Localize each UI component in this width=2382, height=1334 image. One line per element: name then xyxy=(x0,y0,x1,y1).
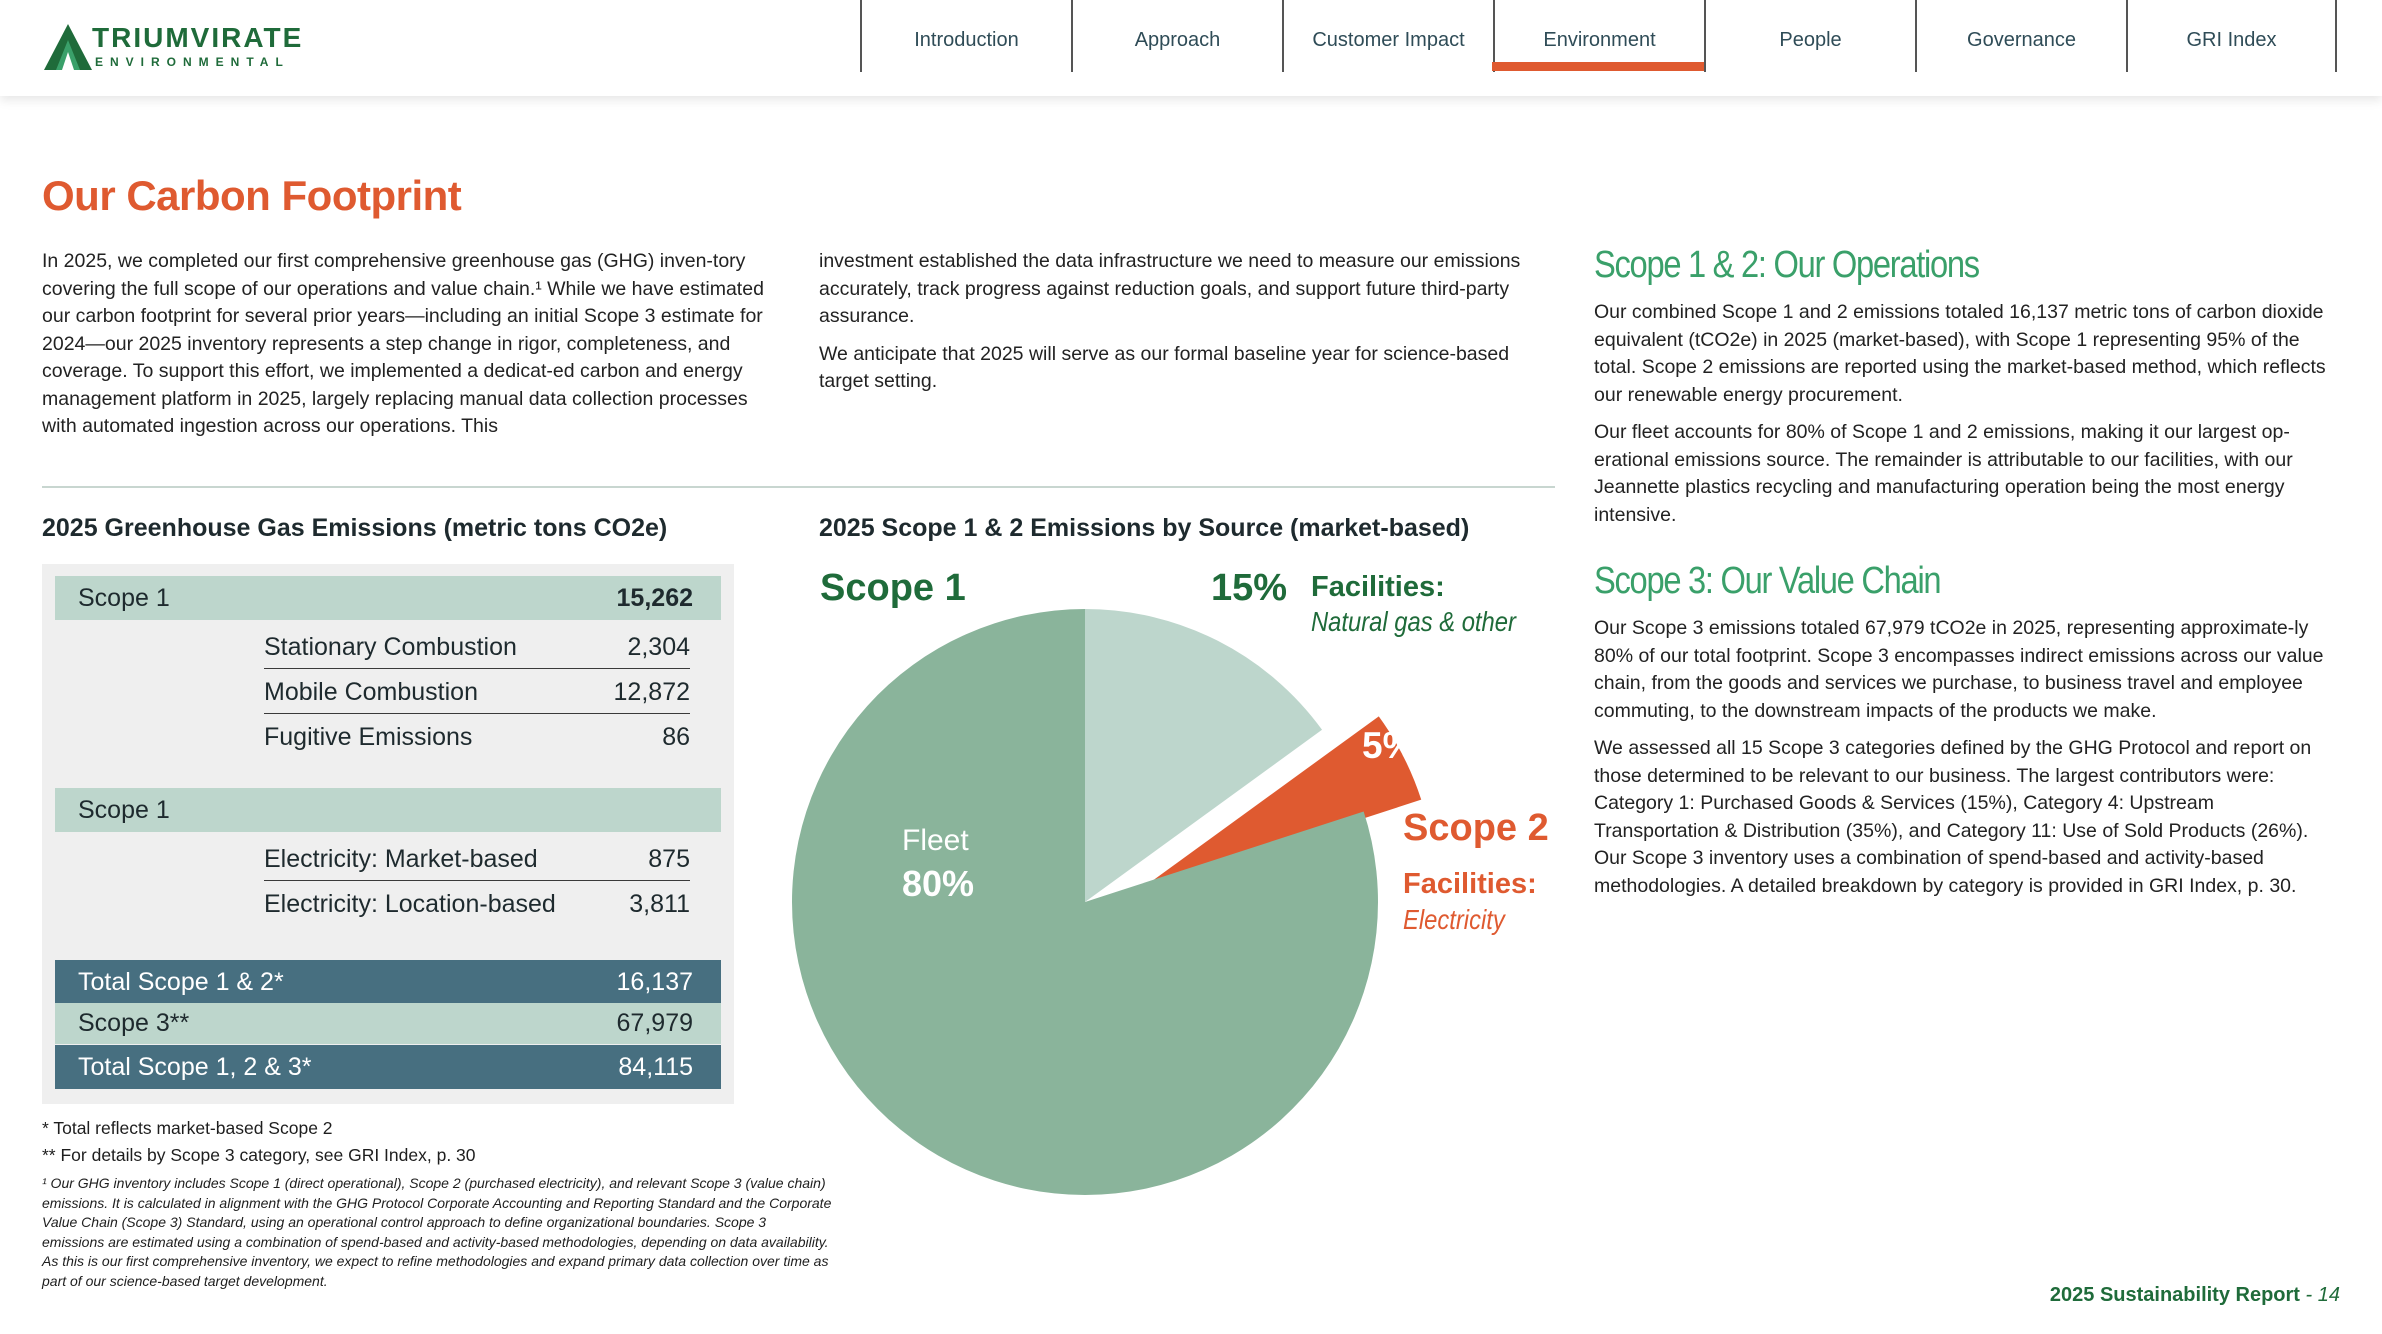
natural-gas-percent-label: 15% xyxy=(1211,567,1287,609)
row-label: Fugitive Emissions xyxy=(264,723,473,751)
page-number: - 14 xyxy=(2305,1284,2340,1306)
active-tab-indicator xyxy=(1492,62,1704,71)
scope3-heading: Scope 3: Our Value Chain xyxy=(1594,560,1942,602)
total-label: Total Scope 1, 2 & 3* xyxy=(78,1053,312,1081)
intro-paragraph-3: We anticipate that 2025 will serve as ou… xyxy=(819,342,1510,393)
row-label: Electricity: Location-based xyxy=(264,890,556,918)
brand-subtitle: ENVIRONMENTAL xyxy=(95,55,290,69)
scope1-value: 15,262 xyxy=(616,584,693,612)
scope2-header-row: Scope 1 xyxy=(55,788,721,832)
nav-customer-impact[interactable]: Customer Impact xyxy=(1282,0,1493,72)
pie-slices xyxy=(791,609,1422,1195)
electricity-percent-label: 5% xyxy=(1362,725,1415,766)
scope12-paragraph-2: Our fleet accounts for 80% of Scope 1 an… xyxy=(1594,421,2293,526)
row-value: 875 xyxy=(648,845,690,873)
emissions-pie-chart: Scope 1 15% Facilities: Natural gas & ot… xyxy=(791,567,1549,1195)
total-value: 16,137 xyxy=(616,968,693,996)
scope3-body: Our Scope 3 emissions totaled 67,979 tCO… xyxy=(1594,615,2344,910)
intro-column-2: investment established the data infrastr… xyxy=(819,248,1555,406)
scope12-body: Our combined Scope 1 and 2 emissions tot… xyxy=(1594,299,2344,539)
scope3-paragraph-1: Our Scope 3 emissions totaled 67,979 tCO… xyxy=(1594,617,2324,722)
row-label: Electricity: Market-based xyxy=(264,845,538,873)
scope3-paragraph-2: We assessed all 15 Scope 3 categories de… xyxy=(1594,737,2312,897)
nav-introduction[interactable]: Introduction xyxy=(860,0,1071,72)
table-row: Electricity: Market-based 875 xyxy=(264,837,690,881)
scope1-chart-label: Scope 1 xyxy=(820,567,966,609)
total-scope123-row: Total Scope 1, 2 & 3* 84,115 xyxy=(55,1045,721,1089)
emissions-table: Scope 1 15,262 Stationary Combustion 2,3… xyxy=(42,564,734,1104)
table-row: Fugitive Emissions 86 xyxy=(264,715,690,759)
electricity-subtitle-label: Electricity xyxy=(1403,903,1507,935)
emissions-table-title: 2025 Greenhouse Gas Emissions (metric to… xyxy=(42,514,668,542)
total-value: 84,115 xyxy=(618,1053,693,1081)
scope2-chart-label: Scope 2 xyxy=(1403,807,1549,849)
nav-people[interactable]: People xyxy=(1704,0,1915,72)
row-label: Mobile Combustion xyxy=(264,678,478,706)
table-row: Electricity: Location-based 3,811 xyxy=(264,882,690,926)
total-label: Total Scope 1 & 2* xyxy=(78,968,284,996)
pie-chart-title: 2025 Scope 1 & 2 Emissions by Source (ma… xyxy=(819,514,1470,542)
natural-gas-subtitle-label: Natural gas & other xyxy=(1311,605,1517,637)
electricity-title-label: Facilities: xyxy=(1403,868,1537,900)
page-footer: 2025 Sustainability Report - 14 xyxy=(2050,1284,2340,1307)
scope12-paragraph-1: Our combined Scope 1 and 2 emissions tot… xyxy=(1594,301,2326,406)
scope2-label: Scope 1 xyxy=(78,796,170,824)
fleet-percent-label: 80% xyxy=(902,863,974,904)
report-name: 2025 Sustainability Report xyxy=(2049,1284,2300,1306)
row-value: 3,811 xyxy=(629,890,690,918)
total-label: Scope 3** xyxy=(78,1009,190,1037)
scope12-heading: Scope 1 & 2: Our Operations xyxy=(1594,244,1980,286)
row-label: Stationary Combustion xyxy=(264,633,517,661)
table-row: Stationary Combustion 2,304 xyxy=(264,625,690,669)
table-row: Mobile Combustion 12,872 xyxy=(264,670,690,714)
scope1-header-row: Scope 1 15,262 xyxy=(55,576,721,620)
row-value: 2,304 xyxy=(627,633,690,661)
brand-name: TRIUMVIRATE xyxy=(92,22,304,53)
intro-paragraph-1: In 2025, we completed our first comprehe… xyxy=(42,250,764,437)
nav-gri-index[interactable]: GRI Index xyxy=(2126,0,2337,72)
section-divider xyxy=(42,486,1555,488)
nav-approach[interactable]: Approach xyxy=(1071,0,1282,72)
total-scope12-row: Total Scope 1 & 2* 16,137 xyxy=(55,960,721,1004)
intro-column-1: In 2025, we completed our first comprehe… xyxy=(42,248,770,451)
row-value: 86 xyxy=(662,723,690,751)
total-value: 67,979 xyxy=(616,1009,693,1037)
row-value: 12,872 xyxy=(613,678,690,706)
page-title: Our Carbon Footprint xyxy=(42,172,462,219)
nav-governance[interactable]: Governance xyxy=(1915,0,2126,72)
natural-gas-title-label: Facilities: xyxy=(1311,571,1445,603)
triangle-logo-icon xyxy=(44,24,92,70)
table-note-1: * Total reflects market-based Scope 2 xyxy=(42,1118,333,1138)
intro-paragraph-2: investment established the data infrastr… xyxy=(819,250,1521,327)
top-navigation-bar: TRIUMVIRATE ENVIRONMENTAL Introduction A… xyxy=(0,0,2382,96)
brand-logo[interactable]: TRIUMVIRATE ENVIRONMENTAL xyxy=(42,22,302,72)
scope3-total-row: Scope 3** 67,979 xyxy=(55,1003,721,1044)
methodology-footnote: ¹ Our GHG inventory includes Scope 1 (di… xyxy=(42,1175,832,1289)
fleet-label: Fleet xyxy=(902,824,969,857)
scope1-label: Scope 1 xyxy=(78,584,170,612)
table-note-2: ** For details by Scope 3 category, see … xyxy=(42,1145,476,1165)
